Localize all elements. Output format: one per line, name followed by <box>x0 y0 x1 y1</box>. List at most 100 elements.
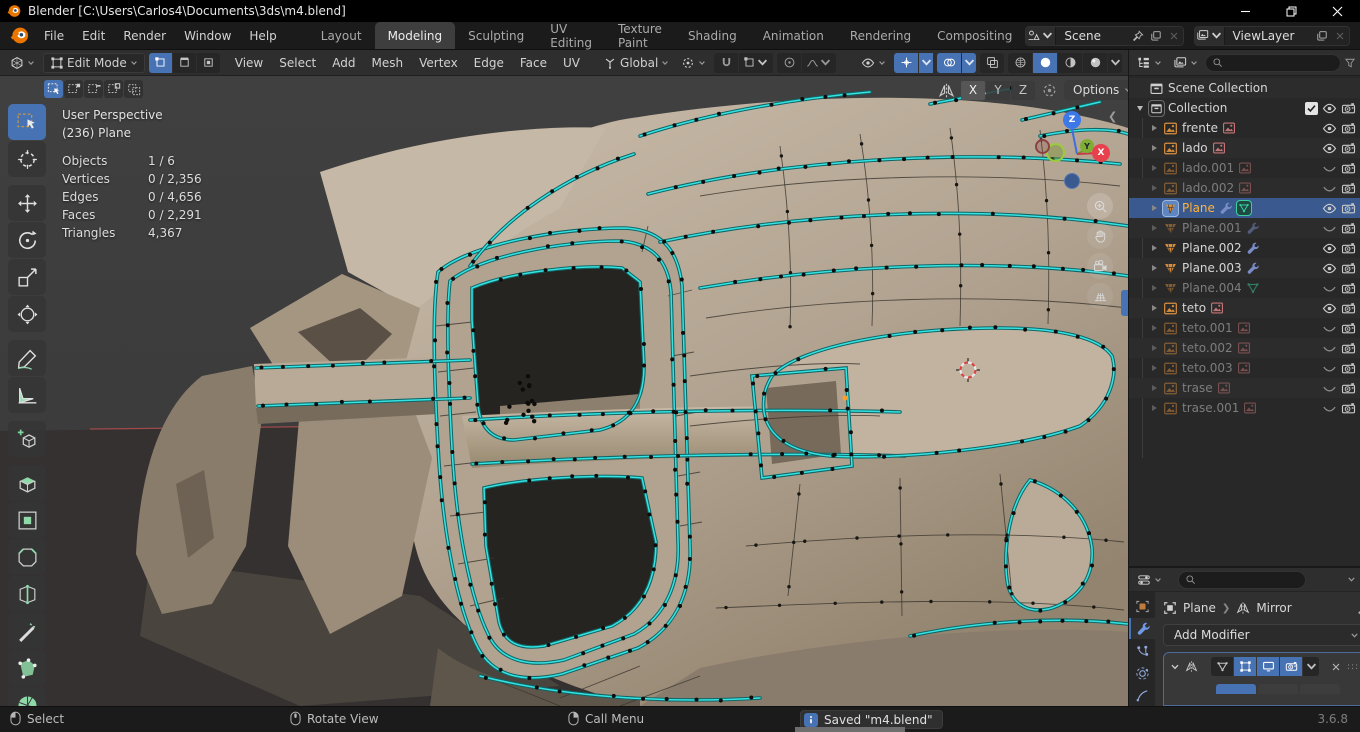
render-toggle[interactable] <box>1280 657 1302 676</box>
mirror-axis-y-button[interactable]: Y <box>986 81 1010 100</box>
disclosure-icon[interactable] <box>1135 103 1145 113</box>
select-extend-button[interactable] <box>64 80 83 98</box>
workspace-tab-texture-paint[interactable]: Texture Paint <box>605 22 675 49</box>
camera-icon[interactable] <box>1341 301 1356 316</box>
workspace-tab-shading[interactable]: Shading <box>675 22 750 49</box>
mirror-modifier-panel[interactable]: :::: <box>1163 652 1360 706</box>
outliner-row-Plane[interactable]: Plane <box>1129 198 1360 218</box>
outliner-row-trase[interactable]: trase <box>1129 378 1360 398</box>
disclosure-icon[interactable] <box>1149 143 1159 153</box>
camera-icon[interactable] <box>1341 381 1356 396</box>
new-scene-icon[interactable] <box>1147 28 1165 44</box>
mode-dropdown[interactable]: Edit Mode <box>43 53 145 73</box>
viewlayer-selector[interactable]: ViewLayer <box>1194 26 1350 46</box>
proportional-editing-toggle[interactable] <box>777 53 801 73</box>
eye-open-icon[interactable] <box>1322 241 1337 256</box>
outliner-row-Plane.001[interactable]: Plane.001 <box>1129 218 1360 238</box>
sidebar-pull-tab[interactable] <box>1121 290 1128 316</box>
camera-icon[interactable] <box>1341 221 1356 236</box>
viewport-menu-vertex[interactable]: Vertex <box>412 53 465 73</box>
outliner-search-input[interactable] <box>1227 57 1334 69</box>
select-set-button[interactable] <box>44 80 63 98</box>
tool-rotate[interactable] <box>8 222 46 258</box>
editor-type-button[interactable] <box>6 53 39 73</box>
snap-toggle[interactable] <box>714 53 738 73</box>
disclosure-icon[interactable] <box>1149 163 1159 173</box>
mirror-axis-z-button[interactable]: Z <box>1011 81 1035 100</box>
new-viewlayer-icon[interactable] <box>1313 28 1331 44</box>
tool-annotate[interactable] <box>8 340 46 376</box>
snap-settings-dropdown[interactable] <box>739 53 773 73</box>
unlink-scene-icon[interactable] <box>1165 28 1183 44</box>
filter-icon[interactable] <box>1344 57 1356 69</box>
face-select-button[interactable] <box>197 53 220 73</box>
tool-select-box[interactable] <box>8 104 46 140</box>
filter-chevron-icon[interactable] <box>1347 575 1356 584</box>
outliner-row-Plane.004[interactable]: Plane.004 <box>1129 278 1360 298</box>
shading-dropdown[interactable] <box>1108 53 1122 73</box>
outliner-row-teto.003[interactable]: teto.003 <box>1129 358 1360 378</box>
disclosure-icon[interactable] <box>1149 183 1159 193</box>
outliner-row-lado.002[interactable]: lado.002 <box>1129 178 1360 198</box>
eye-closed-icon[interactable] <box>1322 221 1337 236</box>
overlays-toggle[interactable] <box>937 53 961 73</box>
workspace-tab-sculpting[interactable]: Sculpting <box>455 22 537 49</box>
menu-render[interactable]: Render <box>114 26 175 46</box>
outliner-row-teto.001[interactable]: teto.001 <box>1129 318 1360 338</box>
scene-selector[interactable]: Scene <box>1025 26 1183 46</box>
tab-particles[interactable] <box>1129 641 1155 661</box>
outliner-search[interactable] <box>1205 54 1341 72</box>
edit-mode-toggle[interactable] <box>1234 657 1256 676</box>
gizmo-axis-z-neg[interactable] <box>1064 173 1080 189</box>
viewport-menu-add[interactable]: Add <box>325 53 362 73</box>
outliner-row-scene-collection[interactable]: Scene Collection <box>1129 78 1360 98</box>
eye-closed-icon[interactable] <box>1322 381 1337 396</box>
orientation-dropdown[interactable]: Global <box>599 53 673 73</box>
disclosure-icon[interactable] <box>1149 323 1159 333</box>
options-dropdown[interactable]: Options <box>1064 80 1128 100</box>
eye-closed-icon[interactable] <box>1322 361 1337 376</box>
tab-physics[interactable] <box>1129 663 1155 683</box>
disclosure-icon[interactable] <box>1149 363 1159 373</box>
gizmos-dropdown[interactable] <box>919 53 933 73</box>
collection-checkbox[interactable] <box>1305 102 1318 115</box>
blender-logo-icon[interactable] <box>10 26 29 45</box>
select-invert-button[interactable] <box>104 80 123 98</box>
tool-add-cube[interactable] <box>8 421 46 457</box>
viewport-menu-mesh[interactable]: Mesh <box>365 53 411 73</box>
disclosure-icon[interactable] <box>1149 343 1159 353</box>
outliner-row-lado.001[interactable]: lado.001 <box>1129 158 1360 178</box>
viewport-menu-uv[interactable]: UV <box>556 53 587 73</box>
outliner-row-teto[interactable]: teto <box>1129 298 1360 318</box>
select-subtract-button[interactable] <box>84 80 103 98</box>
eye-closed-icon[interactable] <box>1322 181 1337 196</box>
delete-modifier-icon[interactable] <box>1330 661 1342 673</box>
pivot-dropdown[interactable] <box>677 53 710 73</box>
workspace-tab-modeling[interactable]: Modeling <box>375 22 456 49</box>
breadcrumb-modifier[interactable]: Mirror <box>1256 601 1291 615</box>
tab-modifiers[interactable] <box>1129 618 1155 638</box>
outliner-row-trase.001[interactable]: trase.001 <box>1129 398 1360 418</box>
outliner-display-mode-button[interactable] <box>1169 53 1202 73</box>
ortho-grid-button[interactable] <box>1087 283 1113 309</box>
disclosure-icon[interactable] <box>1149 283 1159 293</box>
eye-open-icon[interactable] <box>1322 121 1337 136</box>
eye-open-icon[interactable] <box>1322 201 1337 216</box>
camera-icon[interactable] <box>1341 141 1356 156</box>
tool-knife[interactable] <box>8 613 46 649</box>
camera-icon[interactable] <box>1341 101 1356 116</box>
properties-search-input[interactable] <box>1200 574 1299 586</box>
disclosure-icon[interactable] <box>1149 303 1159 313</box>
gizmos-toggle[interactable] <box>894 53 918 73</box>
sidebar-collapse-arrow[interactable]: ❮ <box>1108 110 1117 123</box>
outliner-row-teto.002[interactable]: teto.002 <box>1129 338 1360 358</box>
axis-x-button[interactable] <box>1216 684 1256 694</box>
tool-inset-faces[interactable] <box>8 502 46 538</box>
outliner-row-frente[interactable]: frente <box>1129 118 1360 138</box>
workspace-tab-rendering[interactable]: Rendering <box>837 22 924 49</box>
vertex-select-button[interactable] <box>149 53 172 73</box>
disclosure-icon[interactable] <box>1149 223 1159 233</box>
panel-expand-chevron-icon[interactable] <box>1170 662 1180 672</box>
disclosure-icon[interactable] <box>1149 203 1159 213</box>
disclosure-icon[interactable] <box>1149 123 1159 133</box>
